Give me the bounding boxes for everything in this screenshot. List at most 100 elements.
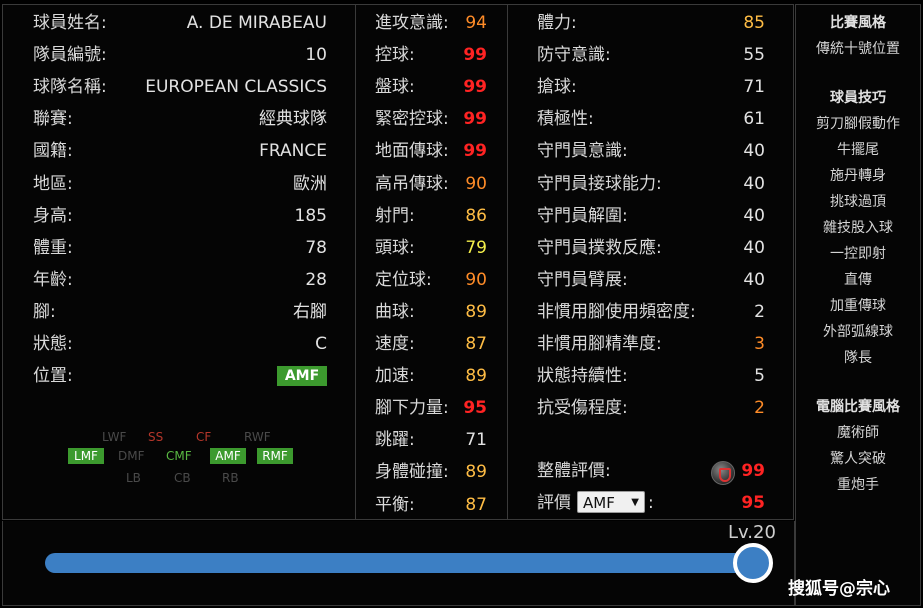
- stat-label: 守門員臂展:: [537, 269, 628, 290]
- profile-label: 球員姓名:: [33, 13, 107, 33]
- stat-row: 積極性: 61: [537, 106, 765, 132]
- profile-label: 體重:: [33, 237, 73, 258]
- stat-row: 地面傳球: 99: [375, 138, 487, 164]
- stat-row: 頭球: 79: [375, 235, 487, 261]
- rating-value: 95: [741, 493, 765, 513]
- stat-row: 曲球: 89: [375, 299, 487, 325]
- stat-value: 94: [465, 13, 487, 33]
- overall-rating-label: 整體評價:: [537, 461, 611, 481]
- stat-label: 盤球:: [375, 77, 415, 98]
- stat-value: 99: [463, 141, 487, 162]
- stat-label: 搶球:: [537, 77, 577, 98]
- stat-row: 身體碰撞: 89: [375, 459, 487, 485]
- stat-label: 腳下力量:: [375, 398, 449, 419]
- stat-label: 射門:: [375, 205, 415, 226]
- profile-row: 球隊名稱: EUROPEAN CLASSICS: [33, 74, 327, 100]
- overall-rating-value: 99: [741, 461, 765, 481]
- skill-item: 牛擺尾: [837, 142, 879, 158]
- position-rating-select[interactable]: AMF ▼: [577, 491, 645, 513]
- stat-label: 加速:: [375, 366, 415, 387]
- profile-label: 位置:: [33, 366, 73, 387]
- stat-value: 40: [743, 269, 765, 290]
- profile-label: 狀態:: [33, 334, 73, 354]
- position-map-cell: RWF: [244, 430, 271, 444]
- stat-row: 守門員解圍: 40: [537, 203, 765, 229]
- profile-value: EUROPEAN CLASSICS: [145, 77, 327, 98]
- profile-row: 位置: AMF: [33, 363, 327, 389]
- playing-style-item: 傳統十號位置: [816, 41, 900, 57]
- stat-value: 61: [743, 109, 765, 130]
- stat-value: 89: [465, 301, 487, 322]
- stat-value: 40: [743, 237, 765, 258]
- profile-value: A. DE MIRABEAU: [186, 13, 327, 33]
- stat-label: 非慣用腳精準度:: [537, 334, 662, 354]
- position-map-cell: LMF: [68, 448, 104, 464]
- chevron-down-icon: ▼: [631, 497, 639, 508]
- position-map-cell: CB: [174, 471, 191, 485]
- stat-row: 跳躍: 71: [375, 427, 487, 453]
- stat-value: 5: [754, 366, 765, 387]
- stat-label: 體力:: [537, 13, 577, 33]
- stat-row: 平衡: 87: [375, 492, 487, 518]
- stat-row: 防守意識: 55: [537, 42, 765, 68]
- stat-label: 定位球:: [375, 269, 432, 290]
- stat-row: 守門員接球能力: 40: [537, 171, 765, 197]
- stat-label: 守門員撲救反應:: [537, 237, 662, 258]
- stat-row: 體力: 85: [537, 10, 765, 36]
- stat-row: 腳下力量: 95: [375, 395, 487, 421]
- stat-value: 99: [463, 77, 487, 98]
- stat-value: 3: [754, 334, 765, 354]
- shield-badge-icon: [711, 461, 735, 485]
- profile-row: 球員姓名: A. DE MIRABEAU: [33, 10, 327, 36]
- stat-label: 高吊傳球:: [375, 173, 449, 194]
- column-divider: [507, 4, 508, 520]
- position-map-cell: LB: [126, 471, 141, 485]
- profile-value: 185: [294, 205, 327, 226]
- stat-row: 守門員撲救反應: 40: [537, 235, 765, 261]
- level-slider-track[interactable]: [45, 553, 755, 573]
- stat-row: 非慣用腳使用頻密度: 2: [537, 299, 765, 325]
- stat-row: 非慣用腳精準度: 3: [537, 331, 765, 357]
- playing-style-title: 比賽風格: [830, 15, 886, 31]
- skill-item: 加重傳球: [830, 298, 886, 314]
- profile-row: 國籍: FRANCE: [33, 138, 327, 164]
- stat-row: 射門: 86: [375, 203, 487, 229]
- profile-label: 年齡:: [33, 269, 73, 290]
- profile-label: 隊員編號:: [33, 45, 107, 66]
- profile-value: 經典球隊: [259, 109, 327, 130]
- position-map-cell: CMF: [166, 449, 192, 463]
- skill-item: 外部弧線球: [823, 324, 893, 340]
- skill-item: 一控即射: [830, 246, 886, 262]
- stat-value: 90: [465, 173, 487, 194]
- profile-label: 聯賽:: [33, 109, 73, 130]
- com-style-item: 重炮手: [837, 477, 879, 493]
- position-map-cell: RB: [222, 471, 239, 485]
- stat-value: 87: [465, 334, 487, 354]
- rating-row: 評價 : 95: [537, 490, 765, 516]
- profile-row: 隊員編號: 10: [33, 42, 327, 68]
- stat-label: 守門員接球能力:: [537, 173, 662, 194]
- stat-value: 89: [465, 366, 487, 387]
- skill-item: 挑球過頂: [830, 194, 886, 210]
- stat-label: 身體碰撞:: [375, 462, 449, 483]
- stat-row: 緊密控球: 99: [375, 106, 487, 132]
- stat-row: 盤球: 99: [375, 74, 487, 100]
- skill-item: 直傳: [844, 272, 872, 288]
- level-slider-handle[interactable]: [733, 543, 773, 583]
- stat-row: 控球: 99: [375, 42, 487, 68]
- profile-row: 地區: 歐洲: [33, 171, 327, 197]
- stat-row: 速度: 87: [375, 331, 487, 357]
- com-style-title: 電腦比賽風格: [816, 399, 900, 415]
- profile-label: 身高:: [33, 205, 73, 226]
- stat-row: 加速: 89: [375, 363, 487, 389]
- profile-label: 地區:: [33, 173, 73, 194]
- profile-row: 聯賽: 經典球隊: [33, 106, 327, 132]
- profile-row: 狀態: C: [33, 331, 327, 357]
- stat-value: 90: [465, 269, 487, 290]
- profile-value: 右腳: [293, 301, 327, 322]
- position-map-cell: LWF: [102, 430, 127, 444]
- stat-label: 地面傳球:: [375, 141, 449, 162]
- level-label: Lv.20: [728, 522, 776, 543]
- stat-value: 71: [743, 77, 765, 98]
- stat-value: 55: [743, 45, 765, 66]
